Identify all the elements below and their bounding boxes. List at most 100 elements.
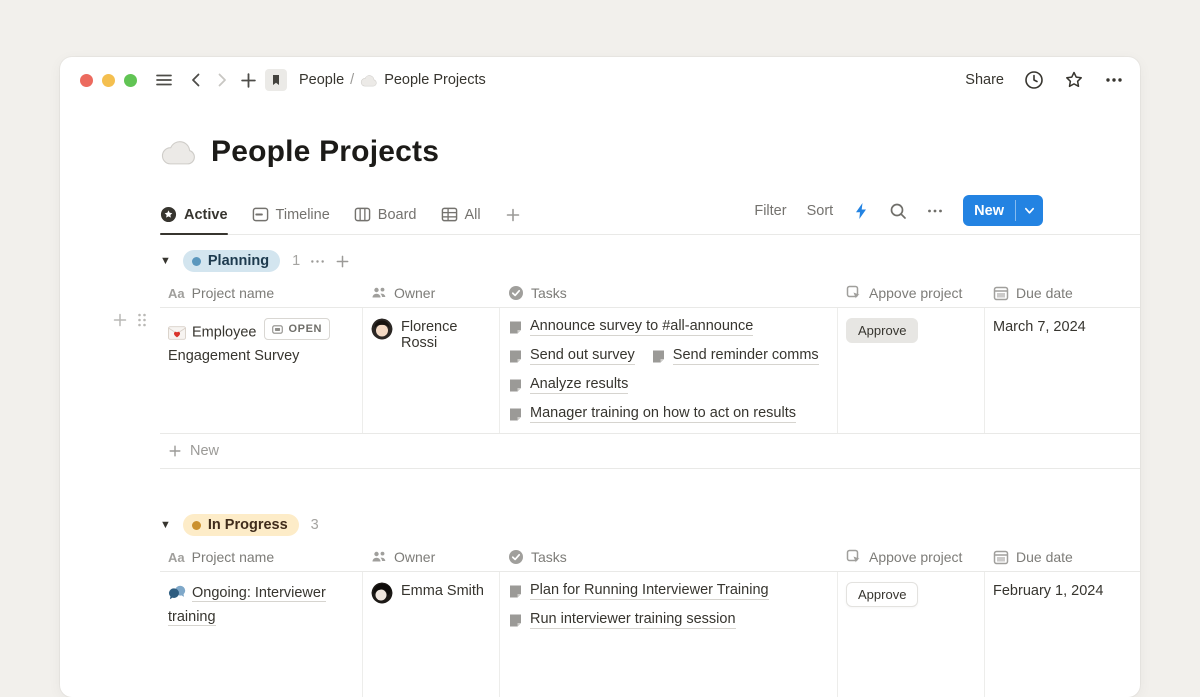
new-page-icon[interactable] [235, 67, 261, 93]
tab-label: Board [378, 207, 417, 223]
forward-icon[interactable] [209, 67, 235, 93]
approve-button[interactable]: Approve [846, 318, 918, 343]
table-header: Aa Project name Owner Tasks Appove proj [160, 543, 1140, 572]
back-icon[interactable] [183, 67, 209, 93]
clock-icon[interactable] [1024, 70, 1044, 90]
tab-label: Timeline [276, 207, 330, 223]
new-row-button[interactable]: New [160, 434, 1140, 469]
owner-cell[interactable]: Emma Smith [363, 572, 500, 697]
project-title[interactable]: Ongoing: Interviewer training [168, 585, 326, 626]
owner-name[interactable]: Emma Smith [401, 582, 484, 599]
tasks-cell[interactable]: Announce survey to #all-announce Send ou… [500, 308, 838, 433]
window-controls [80, 74, 137, 87]
new-button-label[interactable]: New [963, 195, 1015, 226]
approve-button[interactable]: Approve [846, 582, 918, 607]
group-dot [192, 257, 201, 266]
view-tabs: Active Timeline Board All [160, 206, 521, 234]
column-label: Appove project [869, 285, 962, 301]
tab-timeline[interactable]: Timeline [252, 206, 330, 234]
tasks-cell[interactable]: Plan for Running Interviewer Training Ru… [500, 572, 838, 697]
column-header-due-date[interactable]: Due date [985, 543, 1140, 571]
group-more-icon[interactable] [310, 254, 325, 269]
task-link[interactable]: Analyze results [508, 376, 628, 394]
column-header-owner[interactable]: Owner [363, 279, 500, 307]
tab-board[interactable]: Board [354, 206, 417, 234]
column-header-approve-project[interactable]: Appove project [838, 543, 985, 571]
column-header-tasks[interactable]: Tasks [500, 279, 838, 307]
project-name-cell[interactable]: Employee OPEN Engagement Survey [160, 308, 363, 433]
tab-all[interactable]: All [441, 206, 481, 234]
add-view-icon[interactable] [505, 206, 521, 234]
search-icon[interactable] [889, 202, 907, 220]
zoom-window-button[interactable] [124, 74, 137, 87]
owner-cell[interactable]: Florence Rossi [363, 308, 500, 433]
project-title-part2[interactable]: Engagement Survey [168, 348, 299, 364]
collapse-triangle-icon[interactable]: ▼ [160, 255, 171, 267]
owner-name[interactable]: Florence Rossi [401, 318, 491, 351]
column-label: Tasks [531, 285, 567, 301]
cloud-icon [160, 139, 198, 165]
column-header-tasks[interactable]: Tasks [500, 543, 838, 571]
tab-active[interactable]: Active [160, 206, 228, 234]
due-date-cell[interactable]: February 1, 2024 [985, 572, 1140, 697]
task-link[interactable]: Manager training on how to act on result… [508, 405, 796, 423]
column-header-owner[interactable]: Owner [363, 543, 500, 571]
text-icon: Aa [168, 286, 185, 301]
minimize-window-button[interactable] [102, 74, 115, 87]
chevron-down-icon[interactable] [1016, 195, 1043, 226]
task-link[interactable]: Send reminder comms [651, 347, 819, 365]
love-letter-icon [168, 326, 186, 340]
breadcrumb-page[interactable]: People Projects [384, 72, 486, 88]
lightning-icon[interactable] [853, 202, 869, 220]
notion-window: People / People Projects Share People Pr… [60, 57, 1140, 697]
new-row-label: New [190, 443, 219, 459]
sort-button[interactable]: Sort [807, 203, 834, 219]
project-name-cell[interactable]: Ongoing: Interviewer training [160, 572, 363, 697]
close-window-button[interactable] [80, 74, 93, 87]
task-link[interactable]: Announce survey to #all-announce [508, 318, 753, 336]
add-row-icon[interactable] [112, 312, 128, 328]
favorite-star-icon[interactable] [1064, 70, 1084, 90]
table-row-ongoing-interviewer-training[interactable]: Ongoing: Interviewer training Emma Smith… [160, 572, 1140, 697]
group-pill-planning[interactable]: Planning [183, 250, 280, 272]
in-progress-table: Aa Project name Owner Tasks Appove proj [160, 543, 1140, 697]
group-add-icon[interactable] [335, 254, 350, 269]
drag-handle-icon[interactable] [136, 312, 148, 328]
group-header-in-progress: ▼ In Progress 3 [160, 514, 1140, 536]
collapse-triangle-icon[interactable]: ▼ [160, 519, 171, 531]
topbar: People / People Projects Share [60, 57, 1140, 103]
board-icon [354, 206, 371, 223]
column-label: Appove project [869, 549, 962, 565]
table-row-employee-engagement-survey[interactable]: Employee OPEN Engagement Survey Florence … [160, 308, 1140, 434]
menu-icon[interactable] [151, 67, 177, 93]
filter-button[interactable]: Filter [754, 203, 786, 219]
column-header-project-name[interactable]: Aa Project name [160, 543, 363, 571]
group-pill-in-progress[interactable]: In Progress [183, 514, 299, 536]
due-date-cell[interactable]: March 7, 2024 [985, 308, 1140, 433]
project-title-part1[interactable]: Employee [192, 325, 256, 341]
column-header-project-name[interactable]: Aa Project name [160, 279, 363, 307]
open-status-badge[interactable]: OPEN [264, 318, 330, 340]
row-hover-controls [112, 312, 148, 328]
avatar-emma [371, 582, 393, 608]
breadcrumb-root[interactable]: People [299, 72, 344, 88]
breadcrumb-separator: / [350, 72, 354, 88]
view-more-icon[interactable] [927, 203, 943, 219]
column-header-approve-project[interactable]: Appove project [838, 279, 985, 307]
button-click-icon [846, 549, 862, 565]
task-link[interactable]: Run interviewer training session [508, 611, 736, 629]
share-button[interactable]: Share [965, 72, 1004, 88]
new-button[interactable]: New [963, 195, 1043, 226]
speech-bubbles-icon [168, 584, 186, 600]
approve-cell: Approve [838, 572, 985, 697]
view-toolbar: Active Timeline Board All [160, 195, 1140, 235]
task-link[interactable]: Send out survey [508, 347, 635, 365]
calendar-icon [993, 549, 1009, 565]
timeline-icon [252, 206, 269, 223]
page-icon [508, 407, 523, 422]
task-link[interactable]: Plan for Running Interviewer Training [508, 582, 769, 600]
column-header-due-date[interactable]: Due date [985, 279, 1140, 307]
more-options-icon[interactable] [1104, 70, 1124, 90]
table-icon [441, 206, 458, 223]
planning-table: Aa Project name Owner Tasks Appove proj [160, 279, 1140, 469]
